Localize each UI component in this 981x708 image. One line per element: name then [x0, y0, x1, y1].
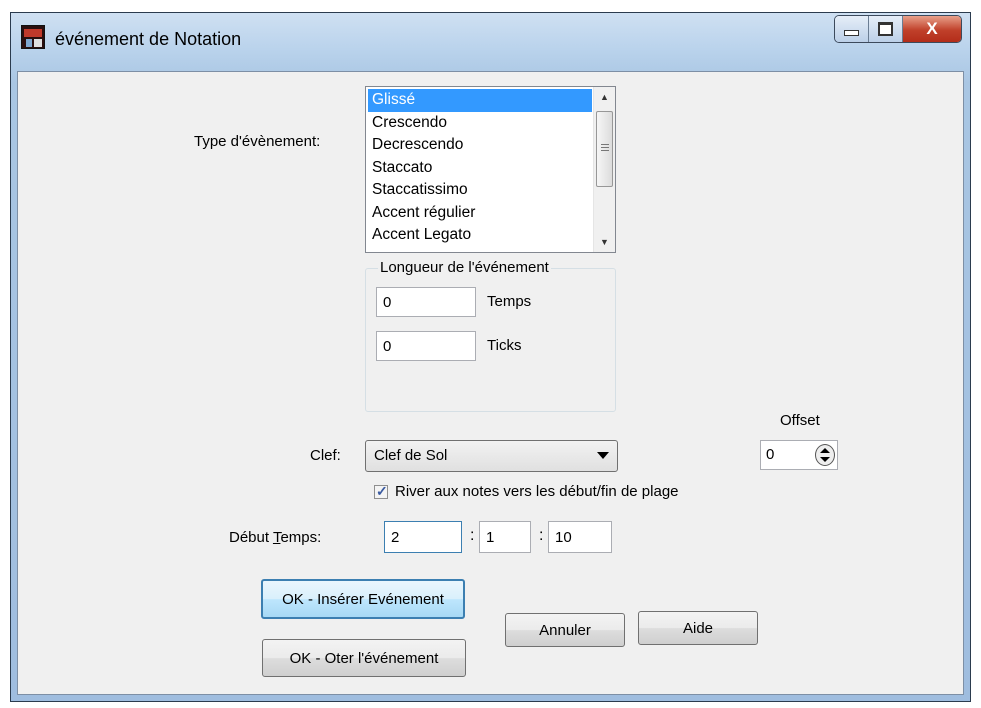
event-type-listbox[interactable]: Glissé Crescendo Decrescendo Staccato St…	[365, 86, 616, 253]
chevron-down-icon	[597, 452, 609, 459]
insert-event-button[interactable]: OK - Insérer Evénement	[261, 579, 465, 619]
snap-checkbox[interactable]: ✓	[374, 483, 388, 499]
minimize-icon	[844, 30, 859, 36]
time-separator: :	[539, 527, 544, 544]
window-title: événement de Notation	[55, 29, 242, 49]
list-item[interactable]: Staccatissimo	[368, 179, 592, 202]
list-scrollbar[interactable]: ▲ ▼	[593, 87, 615, 252]
start-tick-input[interactable]: 10	[548, 521, 612, 553]
maximize-button[interactable]	[869, 16, 903, 42]
clef-dropdown[interactable]: Clef de Sol	[365, 440, 618, 472]
list-item[interactable]: Decrescendo	[368, 134, 592, 157]
event-type-list: Glissé Crescendo Decrescendo Staccato St…	[368, 89, 592, 247]
snap-checkbox-label[interactable]: River aux notes vers les début/fin de pl…	[395, 483, 679, 500]
start-bar-input[interactable]: 2	[384, 521, 462, 553]
event-length-title: Longueur de l'événement	[378, 259, 551, 276]
title-bar[interactable]: événement de Notation X	[11, 13, 970, 71]
offset-value[interactable]: 0	[766, 446, 774, 463]
clef-value: Clef de Sol	[374, 447, 448, 464]
start-beat-input[interactable]: 1	[479, 521, 531, 553]
event-length-group: Longueur de l'événement 0 Temps 0 Ticks	[365, 259, 616, 412]
clef-label: Clef:	[310, 447, 341, 464]
start-time-label: Début Temps:	[229, 529, 322, 546]
list-item[interactable]: Staccato	[368, 157, 592, 180]
list-item[interactable]: Glissé	[368, 89, 592, 112]
close-button[interactable]: X	[903, 16, 961, 42]
spin-updown-icon[interactable]	[815, 444, 835, 466]
list-item[interactable]: Crescendo	[368, 112, 592, 135]
offset-label: Offset	[780, 412, 820, 429]
caption-buttons: X	[834, 15, 962, 43]
ticks-input[interactable]: 0	[376, 331, 476, 361]
app-icon	[21, 25, 45, 49]
temps-input[interactable]: 0	[376, 287, 476, 317]
scroll-thumb[interactable]	[596, 111, 613, 187]
ticks-label: Ticks	[487, 337, 522, 354]
temps-label: Temps	[487, 293, 532, 310]
event-type-label: Type d'évènement:	[194, 133, 321, 150]
checkmark-icon: ✓	[376, 483, 388, 499]
list-item[interactable]: Accent Legato	[368, 224, 592, 247]
dialog-window: événement de Notation X Type d'évènement…	[10, 12, 971, 702]
remove-event-button[interactable]: OK - Oter l'événement	[262, 639, 466, 677]
close-icon: X	[926, 19, 938, 38]
maximize-icon	[878, 22, 893, 36]
scroll-down-icon[interactable]: ▼	[594, 232, 615, 252]
cancel-button[interactable]: Annuler	[505, 613, 625, 647]
offset-spinner[interactable]: 0	[760, 440, 838, 470]
scroll-up-icon[interactable]: ▲	[594, 87, 615, 107]
minimize-button[interactable]	[835, 16, 869, 42]
list-item[interactable]: Accent régulier	[368, 202, 592, 225]
time-separator: :	[470, 527, 475, 544]
help-button[interactable]: Aide	[638, 611, 758, 645]
dialog-body: Type d'évènement: Glissé Crescendo Decre…	[17, 71, 964, 695]
